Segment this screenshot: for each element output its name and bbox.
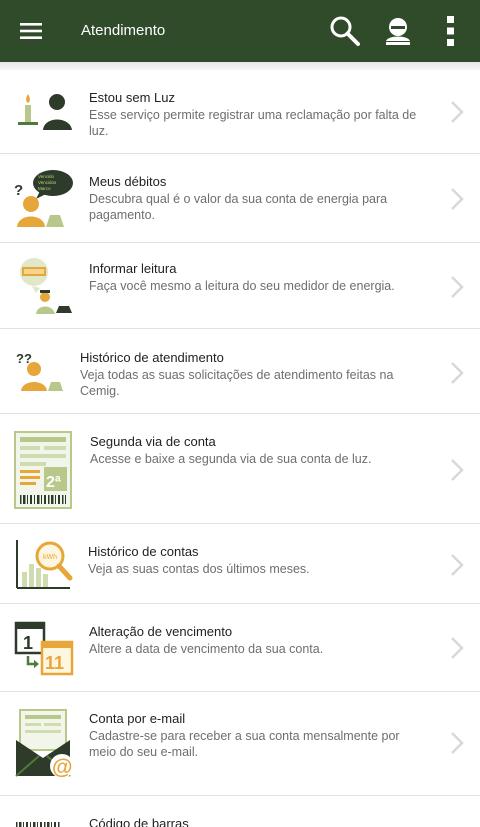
list-item-debts[interactable]: ? Vencido Vencidos Marco Meus débitos De… [0, 154, 480, 243]
item-description: Veja as suas contas dos últimos meses. [88, 562, 310, 576]
bills-history-icon: kWh [16, 540, 73, 589]
bill-copy-icon: 2ª [14, 431, 72, 509]
item-title: Alteração de vencimento [89, 624, 233, 639]
item-title: Histórico de contas [88, 544, 199, 559]
item-title: Meus débitos [89, 174, 167, 189]
menu-icon[interactable] [18, 20, 44, 42]
bubble-line: Vencido [38, 174, 55, 179]
app-bar: Atendimento [0, 0, 480, 62]
item-title: Estou sem Luz [89, 90, 175, 105]
list-item-no-power[interactable]: Estou sem Luz Esse serviço permite regis… [0, 70, 480, 154]
candle-person-icon [18, 94, 72, 130]
search-icon[interactable] [328, 14, 362, 48]
appbar-shadow [0, 62, 480, 70]
chevron-right-icon [451, 732, 464, 754]
list-item-bills-history[interactable]: kWh Histórico de contas Veja as suas con… [0, 524, 480, 604]
chevron-right-icon [451, 276, 464, 298]
more-vert-icon[interactable] [434, 14, 468, 48]
item-title: Código de barras [89, 816, 189, 827]
chevron-right-icon [451, 362, 464, 384]
list-item-service-history[interactable]: ?? Histórico de atendimento Veja todas a… [0, 329, 480, 414]
service-history-icon: ?? [16, 351, 63, 391]
account-icon[interactable] [381, 14, 415, 48]
page-title: Atendimento [81, 22, 166, 39]
chevron-right-icon [451, 101, 464, 123]
barcode-icon [16, 822, 60, 827]
kwh-badge: kWh [43, 554, 57, 561]
item-title: Segunda via de conta [90, 434, 216, 449]
chevron-right-icon [451, 637, 464, 659]
from-day: 1 [23, 633, 33, 653]
item-description: Altere a data de vencimento da sua conta… [89, 642, 324, 656]
item-description: Veja todas as suas solicitações de atend… [80, 368, 394, 398]
item-description: Cadastre-se para receber a sua conta men… [89, 729, 400, 759]
at-sign: @ [52, 756, 72, 779]
item-title: Informar leitura [89, 261, 177, 276]
list-item-barcode[interactable]: Código de barras [0, 796, 480, 827]
meter-reading-icon [20, 258, 72, 314]
item-title: Conta por e-mail [89, 711, 186, 726]
bill-copy-badge: 2ª [46, 474, 61, 491]
to-day: 11 [45, 653, 64, 673]
list-item-email-bill[interactable]: @ Conta por e-mail Cadastre-se para rece… [0, 692, 480, 796]
bubble-line: Vencidos [38, 180, 57, 185]
item-description: Esse serviço permite registrar uma recla… [89, 108, 417, 138]
chevron-right-icon [451, 459, 464, 481]
list-item-bill-copy[interactable]: 2ª Segunda via de conta Acesse e baixe a… [0, 414, 480, 524]
item-description: Descubra qual é o valor da sua conta de … [89, 192, 388, 222]
svg-text:?: ? [14, 182, 23, 199]
item-description: Acesse e baixe a segunda via de sua cont… [90, 452, 372, 466]
debts-icon: ? Vencido Vencidos Marco [14, 170, 73, 227]
list-item-due-date-change[interactable]: 1 11 Alteração de vencimento Altere a da… [0, 604, 480, 692]
chevron-right-icon [451, 554, 464, 576]
calendar-change-icon: 1 11 [14, 621, 74, 676]
email-bill-icon: @ [15, 709, 74, 779]
chevron-right-icon [451, 188, 464, 210]
bubble-line: Marco [38, 186, 51, 191]
item-title: Histórico de atendimento [80, 350, 224, 365]
list-item-meter-reading[interactable]: Informar leitura Faça você mesmo a leitu… [0, 243, 480, 329]
item-description: Faça você mesmo a leitura do seu medidor… [89, 279, 395, 293]
